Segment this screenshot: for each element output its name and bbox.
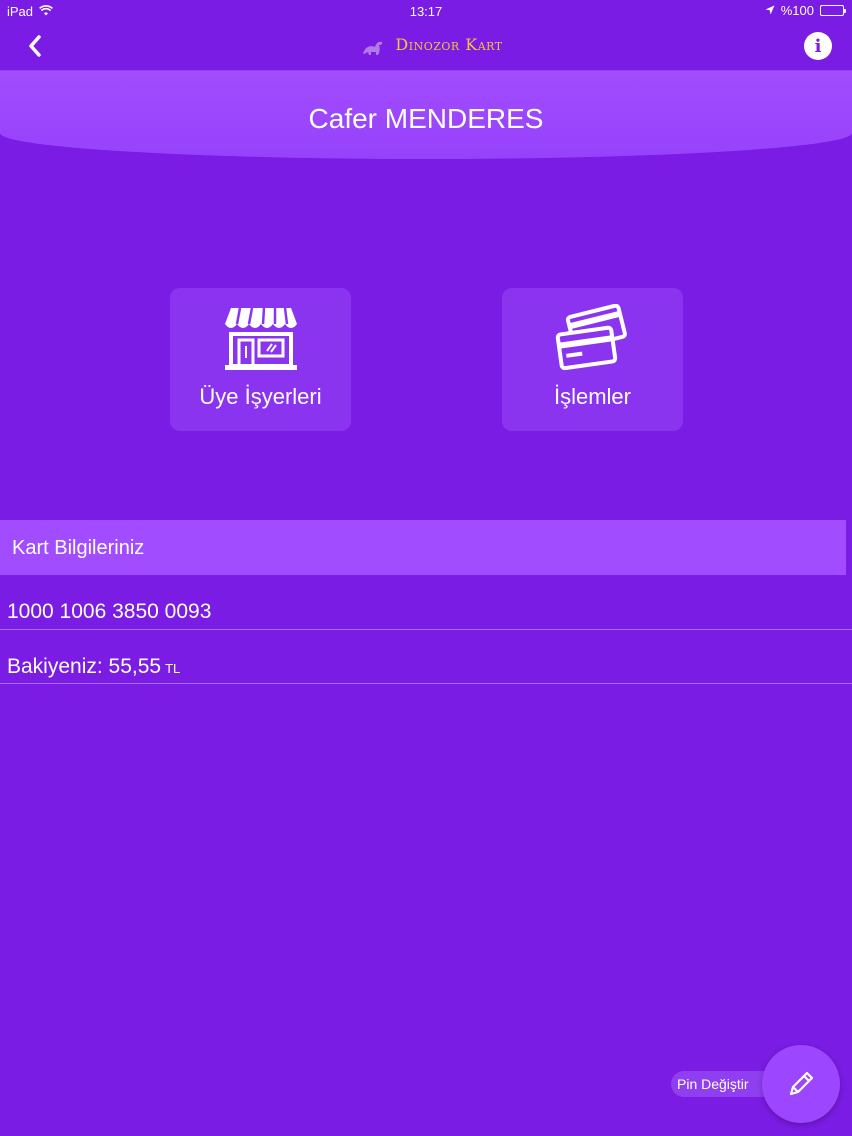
dinosaur-logo-icon: [351, 34, 383, 55]
balance-label: Bakiyeniz: 55,55: [7, 655, 162, 678]
status-right: %100: [765, 3, 846, 18]
user-name: Cafer MENDERES: [308, 103, 544, 134]
credit-cards-icon: [502, 304, 683, 372]
app-logo: Dinozor Kart: [0, 28, 852, 60]
status-time: 13:17: [409, 4, 443, 19]
info-icon: i: [814, 35, 822, 57]
card-number: 1000 1006 3850 0093: [7, 600, 212, 623]
card-info-header: Kart Bilgileriniz: [0, 520, 846, 575]
battery-percent: %100: [780, 3, 814, 18]
card-number-row: 1000 1006 3850 0093: [0, 576, 852, 630]
pin-change-button[interactable]: [762, 1045, 840, 1123]
status-bar: iPad 13:17 %100: [0, 0, 852, 22]
tile-label: Üye İşyerleri: [199, 384, 322, 409]
storefront-icon: [170, 304, 351, 372]
pin-change-label[interactable]: Pin Değiştir: [671, 1071, 771, 1097]
user-header: Cafer MENDERES: [0, 71, 852, 159]
tile-transactions[interactable]: İşlemler: [502, 288, 683, 431]
battery-icon: [820, 5, 846, 16]
tile-merchants[interactable]: Üye İşyerleri: [170, 288, 351, 431]
pencil-icon: [789, 1071, 814, 1096]
logo-text: Dinozor Kart: [395, 34, 503, 54]
location-arrow-icon: [765, 3, 775, 18]
balance-text: Bakiyeniz: 55,55 TL: [7, 655, 180, 679]
currency-label: TL: [165, 661, 181, 676]
info-button[interactable]: i: [804, 32, 832, 60]
tile-label: İşlemler: [553, 384, 631, 409]
section-title: Kart Bilgileriniz: [12, 537, 145, 559]
balance-row: Bakiyeniz: 55,55 TL: [0, 631, 852, 684]
nav-bar: Dinozor Kart i: [0, 22, 852, 71]
